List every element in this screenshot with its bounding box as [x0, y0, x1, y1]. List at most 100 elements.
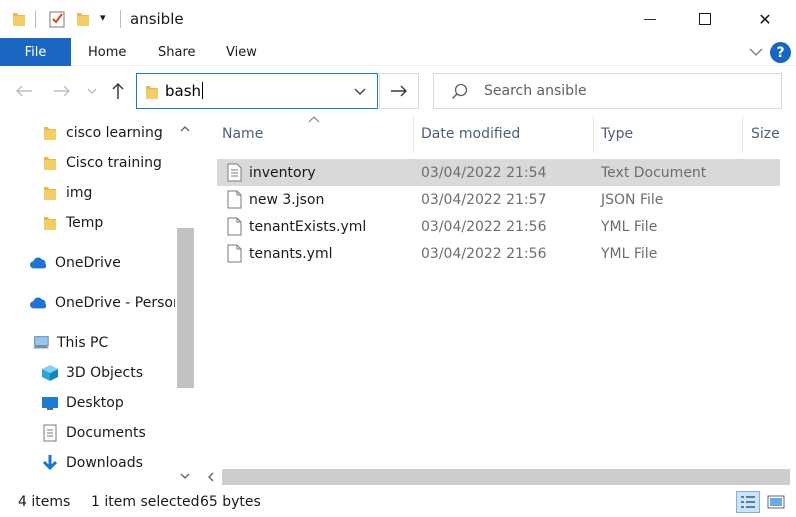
forward-button[interactable] [50, 78, 74, 104]
title-separator [120, 10, 121, 28]
file-type: YML File [601, 245, 658, 262]
scroll-up-icon[interactable] [175, 118, 195, 138]
status-bar: 4 items 1 item selected 65 bytes [0, 488, 796, 517]
text-caret [202, 82, 204, 99]
file-name: new 3.json [249, 191, 325, 208]
nav-item-onedrive[interactable]: OneDrive [30, 248, 121, 278]
tab-view[interactable]: View [226, 38, 257, 66]
nav-item-label: This PC [57, 335, 109, 351]
file-list: Name Date modified Type Size inventory 0… [200, 113, 796, 488]
file-type: JSON File [601, 191, 664, 208]
nav-item-cisco-training[interactable]: Cisco training [41, 148, 162, 178]
details-view-button[interactable] [736, 491, 760, 513]
qat-dropdown-icon[interactable]: ▾ [100, 11, 106, 24]
nav-pane-scrollbar[interactable] [175, 116, 195, 486]
nav-item-label: Documents [66, 425, 146, 441]
nav-item-onedrive-personal[interactable]: OneDrive - Person [30, 288, 182, 318]
column-header-type[interactable]: Type [601, 113, 633, 155]
back-button[interactable] [12, 78, 36, 104]
column-header-size[interactable]: Size [751, 113, 780, 155]
onedrive-cloud-icon [30, 254, 48, 272]
folder-icon [41, 154, 59, 172]
table-row[interactable]: new 3.json 03/04/2022 21:57 JSON File [217, 186, 780, 213]
search-icon [451, 83, 468, 100]
file-icon [227, 244, 242, 263]
close-icon: ✕ [758, 9, 772, 29]
tab-file[interactable]: File [0, 38, 71, 66]
file-date: 03/04/2022 21:56 [421, 245, 547, 262]
sort-ascending-icon [308, 116, 320, 123]
title-bar: ▾ ansible — ✕ [0, 0, 796, 38]
computer-icon [32, 334, 50, 352]
column-header-name[interactable]: Name [222, 113, 263, 155]
nav-item-img[interactable]: img [41, 178, 92, 208]
3d-objects-icon [41, 364, 59, 382]
up-button[interactable] [106, 78, 130, 104]
nav-item-label: Downloads [66, 455, 143, 471]
onedrive-cloud-icon [30, 294, 48, 312]
file-name: tenantExists.yml [249, 218, 367, 235]
nav-item-label: 3D Objects [66, 365, 144, 381]
nav-item-cisco-learning[interactable]: cisco learning [41, 118, 163, 148]
search-box[interactable] [433, 73, 782, 109]
documents-icon [41, 424, 59, 442]
new-folder-icon[interactable] [76, 11, 90, 27]
scrollbar-thumb[interactable] [222, 469, 790, 485]
details-view-icon [741, 496, 755, 508]
maximize-icon [699, 13, 711, 25]
large-icons-view-icon [767, 495, 785, 509]
expand-ribbon-icon[interactable] [748, 44, 764, 60]
scrollbar-thumb[interactable] [177, 228, 194, 388]
nav-item-this-pc[interactable]: This PC [32, 328, 108, 358]
go-button[interactable] [379, 73, 419, 109]
horizontal-scrollbar[interactable] [200, 467, 796, 487]
column-header-date-modified[interactable]: Date modified [421, 113, 520, 155]
address-bar[interactable]: bash [136, 73, 378, 109]
scroll-down-icon[interactable] [175, 466, 195, 486]
address-dropdown-icon[interactable] [353, 84, 367, 98]
selection-status: 1 item selected [91, 494, 200, 510]
table-row[interactable]: tenantExists.yml 03/04/2022 21:56 YML Fi… [217, 213, 780, 240]
scroll-left-icon[interactable] [202, 469, 218, 485]
search-input[interactable] [484, 75, 774, 107]
help-button[interactable]: ? [770, 42, 791, 63]
desktop-icon [41, 394, 59, 412]
nav-item-label: OneDrive [55, 255, 121, 271]
address-text: bash [165, 82, 202, 100]
nav-item-label: cisco learning [66, 125, 163, 141]
properties-icon[interactable] [49, 10, 66, 28]
tab-share[interactable]: Share [158, 38, 196, 66]
file-name: inventory [249, 164, 316, 181]
nav-item-desktop[interactable]: Desktop [41, 388, 124, 418]
tab-home[interactable]: Home [88, 38, 126, 66]
column-divider[interactable] [413, 117, 414, 153]
table-row[interactable]: tenants.yml 03/04/2022 21:56 YML File [217, 240, 780, 267]
close-button[interactable]: ✕ [740, 0, 790, 38]
nav-item-documents[interactable]: Documents [41, 418, 146, 448]
nav-item-label: Temp [66, 215, 104, 231]
window-title: ansible [130, 10, 184, 28]
nav-item-temp[interactable]: Temp [41, 208, 103, 238]
chevron-down-icon [87, 88, 97, 94]
recent-locations-button[interactable] [82, 78, 102, 104]
folder-icon [13, 13, 25, 26]
nav-item-downloads[interactable]: Downloads [41, 448, 143, 478]
navigation-pane: cisco learning Cisco training img Temp O… [0, 113, 196, 488]
folder-icon [41, 124, 59, 142]
column-divider[interactable] [593, 117, 594, 153]
minimize-button[interactable]: — [625, 0, 675, 38]
large-icons-view-button[interactable] [764, 491, 788, 513]
file-date: 03/04/2022 21:56 [421, 218, 547, 235]
folder-icon [146, 86, 158, 99]
minimize-icon: — [643, 11, 657, 27]
ribbon-tabs: File Home Share View ? [0, 38, 796, 66]
column-divider[interactable] [742, 117, 743, 153]
address-input[interactable]: bash [165, 82, 204, 100]
file-date: 03/04/2022 21:57 [421, 191, 547, 208]
table-row[interactable]: inventory 03/04/2022 21:54 Text Document [217, 159, 780, 186]
selection-size: 65 bytes [200, 494, 261, 510]
file-type: YML File [601, 218, 658, 235]
maximize-button[interactable] [680, 0, 730, 38]
nav-item-3d-objects[interactable]: 3D Objects [41, 358, 143, 388]
up-arrow-icon [112, 82, 124, 99]
